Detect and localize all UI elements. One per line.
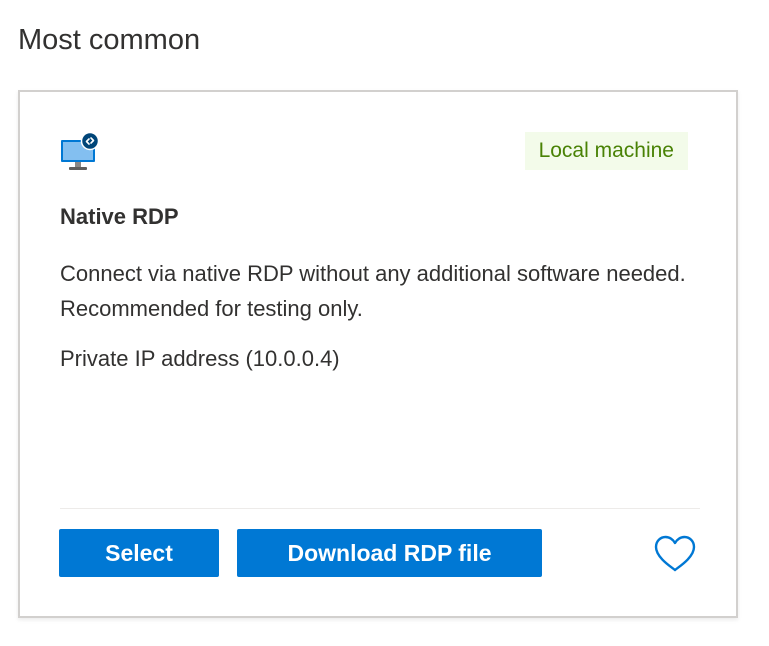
heart-icon[interactable]: [652, 534, 698, 574]
virtual-machine-remote-icon: [60, 131, 100, 172]
select-button[interactable]: Select: [59, 529, 219, 577]
download-rdp-file-button[interactable]: Download RDP file: [237, 529, 542, 577]
card-description: Connect via native RDP without any addit…: [60, 261, 686, 321]
section-title: Most common: [18, 24, 201, 56]
native-rdp-card: Local machine Native RDP Connect via nat…: [18, 90, 738, 618]
local-machine-badge: Local machine: [524, 132, 688, 170]
divider: [60, 508, 700, 509]
private-ip-text: Private IP address (10.0.0.4): [60, 346, 340, 371]
card-title: Native RDP: [60, 204, 179, 229]
